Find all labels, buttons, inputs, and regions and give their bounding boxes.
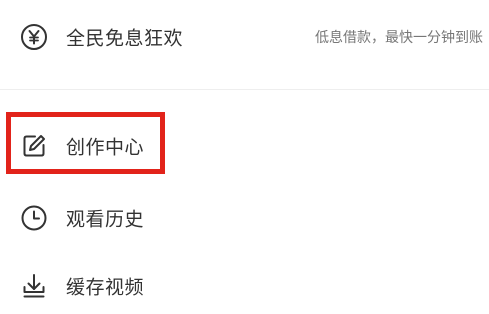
download-icon bbox=[19, 271, 49, 301]
menu-item-cached-videos-label: 缓存视频 bbox=[66, 276, 145, 299]
divider bbox=[0, 89, 489, 90]
menu-item-cached-videos[interactable]: 缓存视频 bbox=[0, 258, 489, 314]
menu-item-watch-history[interactable]: 观看历史 bbox=[0, 190, 489, 246]
menu-item-finance-subtitle: 低息借款，最快一分钟到账 bbox=[315, 30, 483, 46]
clock-icon bbox=[19, 203, 49, 233]
menu-item-creation-center-label: 创作中心 bbox=[66, 136, 145, 159]
menu-item-finance-label: 全民免息狂欢 bbox=[66, 27, 184, 50]
menu-item-finance[interactable]: 全民免息狂欢 低息借款，最快一分钟到账 bbox=[0, 9, 489, 65]
edit-icon bbox=[19, 131, 49, 161]
menu-item-creation-center[interactable]: 创作中心 bbox=[0, 118, 489, 174]
yen-circle-icon bbox=[19, 22, 49, 52]
menu-item-watch-history-label: 观看历史 bbox=[66, 208, 145, 231]
